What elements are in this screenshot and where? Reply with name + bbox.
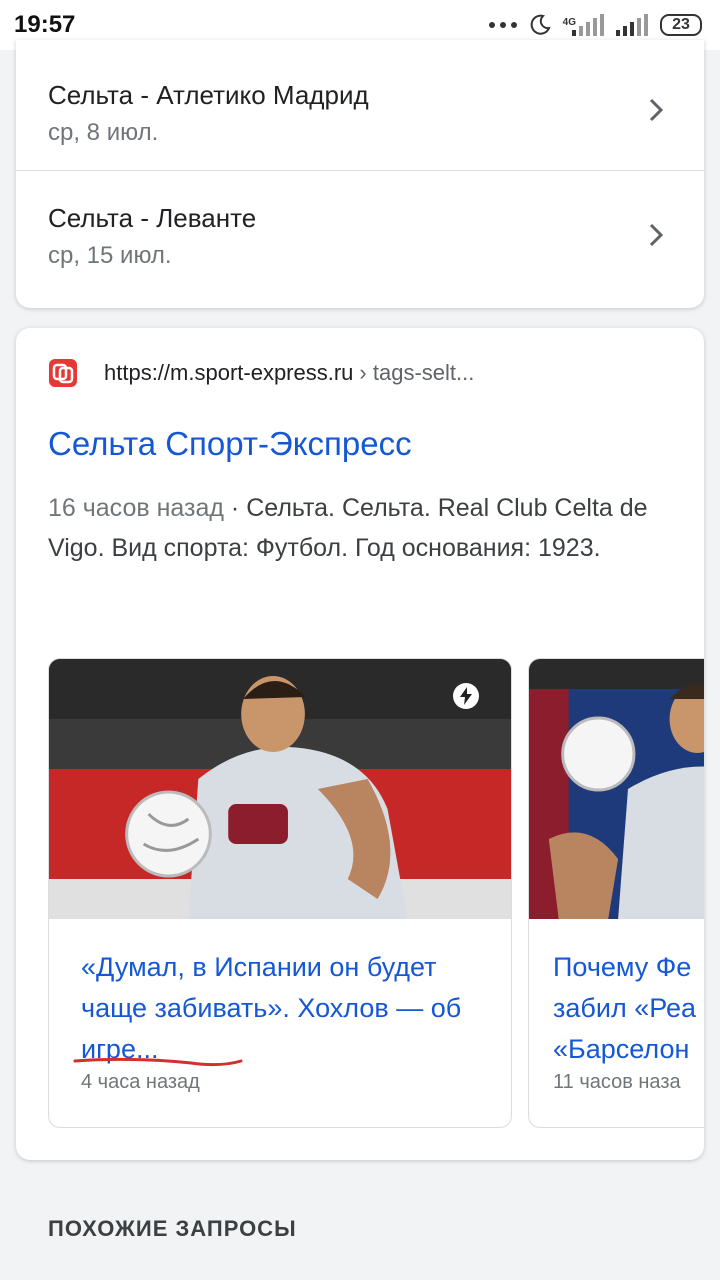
sport-express-favicon-icon: [48, 358, 78, 388]
chevron-right-icon: [648, 223, 664, 252]
news-carousel[interactable]: «Думал, в Испании он будет чаще забивать…: [48, 658, 704, 1128]
more-dots-icon: [488, 22, 517, 28]
status-icons: 4G 23: [488, 14, 702, 36]
result-path: › tags-selt...: [359, 360, 475, 385]
news-headline[interactable]: «Думал, в Испании он будет чаще забивать…: [81, 947, 501, 1070]
moon-icon: [529, 14, 551, 36]
news-headline[interactable]: Почему Фе забил «Реа «Барселон: [553, 947, 704, 1070]
search-result-card: https://m.sport-express.ru › tags-selt..…: [16, 328, 704, 1160]
news-headline-line: забил «Реа: [553, 993, 697, 1023]
matches-card: Сельта - Атлетико Мадрид ср, 8 июл. Сель…: [16, 40, 704, 308]
related-searches-heading: ПОХОЖИЕ ЗАПРОСЫ: [48, 1216, 297, 1241]
news-card[interactable]: Почему Фе забил «Реа «Барселон 11 часов …: [528, 658, 704, 1128]
match-row[interactable]: Сельта - Леванте ср, 15 июл.: [16, 170, 704, 298]
network-type-label: 4G: [562, 17, 576, 28]
news-photo: [49, 659, 511, 919]
news-card[interactable]: «Думал, в Испании он будет чаще забивать…: [48, 658, 512, 1128]
match-row[interactable]: Сельта - Атлетико Мадрид ср, 8 июл.: [16, 40, 704, 170]
snippet-time: 16 часов назад: [48, 494, 224, 522]
chevron-right-icon: [648, 98, 664, 127]
news-time: 4 часа назад: [81, 1071, 200, 1093]
match-date: ср, 8 июл.: [48, 119, 159, 146]
match-date: ср, 15 июл.: [48, 242, 172, 269]
result-title-link[interactable]: Сельта Спорт-Экспресс: [48, 422, 412, 466]
result-source[interactable]: https://m.sport-express.ru › tags-selt..…: [48, 358, 474, 388]
news-headline-line: Почему Фе: [553, 952, 692, 982]
match-title: Сельта - Атлетико Мадрид: [48, 80, 369, 110]
battery-icon: 23: [660, 14, 702, 36]
amp-lightning-icon: [453, 683, 479, 709]
signal-4g-icon: 4G: [563, 14, 604, 36]
red-underline-annotation: [73, 1057, 243, 1067]
result-snippet: 16 часов назад · Сельта. Сельта. Real Cl…: [48, 488, 678, 568]
news-photo: [529, 659, 704, 919]
news-headline-line: «Барселон: [553, 1034, 690, 1064]
news-time: 11 часов наза: [553, 1071, 681, 1093]
result-url: https://m.sport-express.ru: [104, 360, 354, 385]
status-time: 19:57: [14, 11, 76, 38]
match-title: Сельта - Леванте: [48, 203, 257, 233]
signal-icon: [616, 14, 648, 36]
